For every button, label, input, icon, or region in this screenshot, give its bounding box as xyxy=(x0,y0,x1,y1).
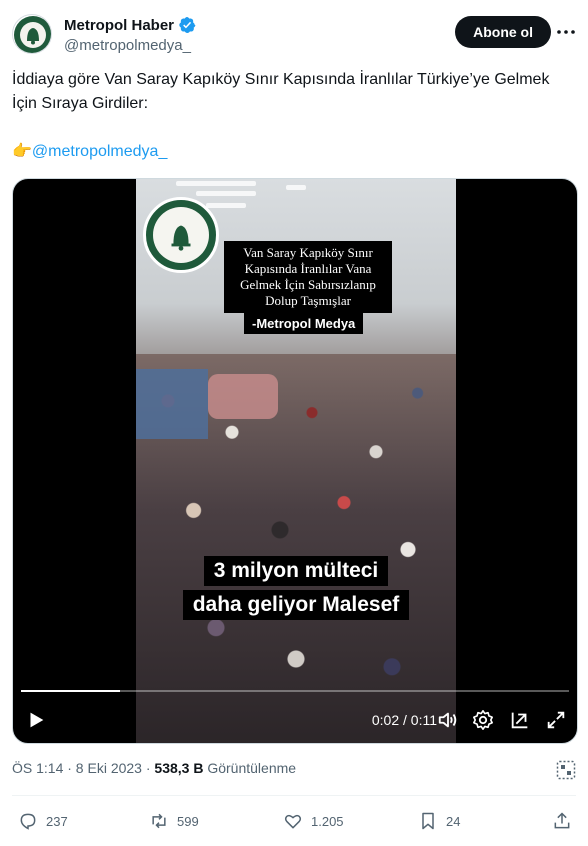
picture-in-picture-icon[interactable] xyxy=(509,709,531,731)
tweet-header: Metropol Haber @metropolmedya_ Abone ol xyxy=(12,12,576,58)
overlay-line-1: 3 milyon mülteci xyxy=(203,556,389,586)
video-watermark-logo xyxy=(143,197,219,273)
like-count: 1.205 xyxy=(311,813,344,829)
heart-icon xyxy=(284,814,302,829)
volume-icon[interactable] xyxy=(437,709,459,731)
video-caption: Van Saray Kapıköy Sınır Kapısında İranlı… xyxy=(224,241,392,313)
tweet-body: İddiaya göre Van Saray Kapıköy Sınır Kap… xyxy=(12,71,550,112)
avatar-logo-icon xyxy=(14,16,51,53)
handle[interactable]: @metropolmedya_ xyxy=(64,37,191,54)
reply-count: 237 xyxy=(46,813,68,829)
repost-count: 599 xyxy=(177,813,199,829)
fullscreen-icon[interactable] xyxy=(545,709,567,731)
mention-link[interactable]: @metropolmedya_ xyxy=(32,143,167,160)
view-count: 538,3 B xyxy=(154,760,204,776)
video-overlay-text: 3 milyon mülteci daha geliyor Malesef xyxy=(156,554,436,622)
views-label: Görüntülenme xyxy=(203,760,297,776)
subscribe-button[interactable]: Abone ol xyxy=(455,16,551,48)
bell-icon xyxy=(171,225,191,251)
display-name[interactable]: Metropol Haber xyxy=(64,17,174,34)
bookmark-icon xyxy=(422,812,434,830)
bookmark-count: 24 xyxy=(446,813,461,829)
divider xyxy=(12,795,576,796)
video-frame[interactable]: Van Saray Kapıköy Sınır Kapısında İranlı… xyxy=(136,179,456,743)
name-row: Metropol Haber xyxy=(64,16,196,34)
settings-gear-icon[interactable] xyxy=(472,709,494,731)
share-icon xyxy=(554,812,570,829)
pointing-hand-emoji: 👉 xyxy=(12,143,32,160)
action-bar: 237 599 1.205 24 xyxy=(12,806,576,836)
video-progress-bar[interactable] xyxy=(21,690,569,692)
like-button[interactable]: 1.205 xyxy=(283,806,344,836)
tweet-text: İddiaya göre Van Saray Kapıköy Sınır Kap… xyxy=(12,68,572,164)
reply-icon xyxy=(20,813,36,830)
share-button[interactable] xyxy=(552,806,572,836)
tweet-mention-line: 👉@metropolmedya_ xyxy=(12,140,572,164)
avatar[interactable] xyxy=(12,14,52,54)
repost-button[interactable]: 599 xyxy=(149,806,199,836)
translate-icon[interactable] xyxy=(556,760,576,780)
tweet-meta: ÖS 1:14 · 8 Eki 2023 · 538,3 B Görüntüle… xyxy=(12,760,296,776)
repost-icon xyxy=(152,813,166,829)
more-options-icon[interactable] xyxy=(556,24,576,40)
video-progress-fill xyxy=(21,690,120,692)
video-controls: 0:02 / 0:11 xyxy=(13,705,577,737)
video-time: 0:02 / 0:11 xyxy=(371,712,437,728)
play-icon[interactable] xyxy=(25,709,47,731)
video-caption-source: -Metropol Medya xyxy=(244,313,364,334)
reply-button[interactable]: 237 xyxy=(18,806,68,836)
verified-badge-icon xyxy=(179,16,196,34)
video-player[interactable]: Van Saray Kapıköy Sınır Kapısında İranlı… xyxy=(12,178,578,744)
timestamp[interactable]: ÖS 1:14 · 8 Eki 2023 · xyxy=(12,760,154,776)
overlay-line-2: daha geliyor Malesef xyxy=(182,590,410,620)
bookmark-button[interactable]: 24 xyxy=(418,806,460,836)
